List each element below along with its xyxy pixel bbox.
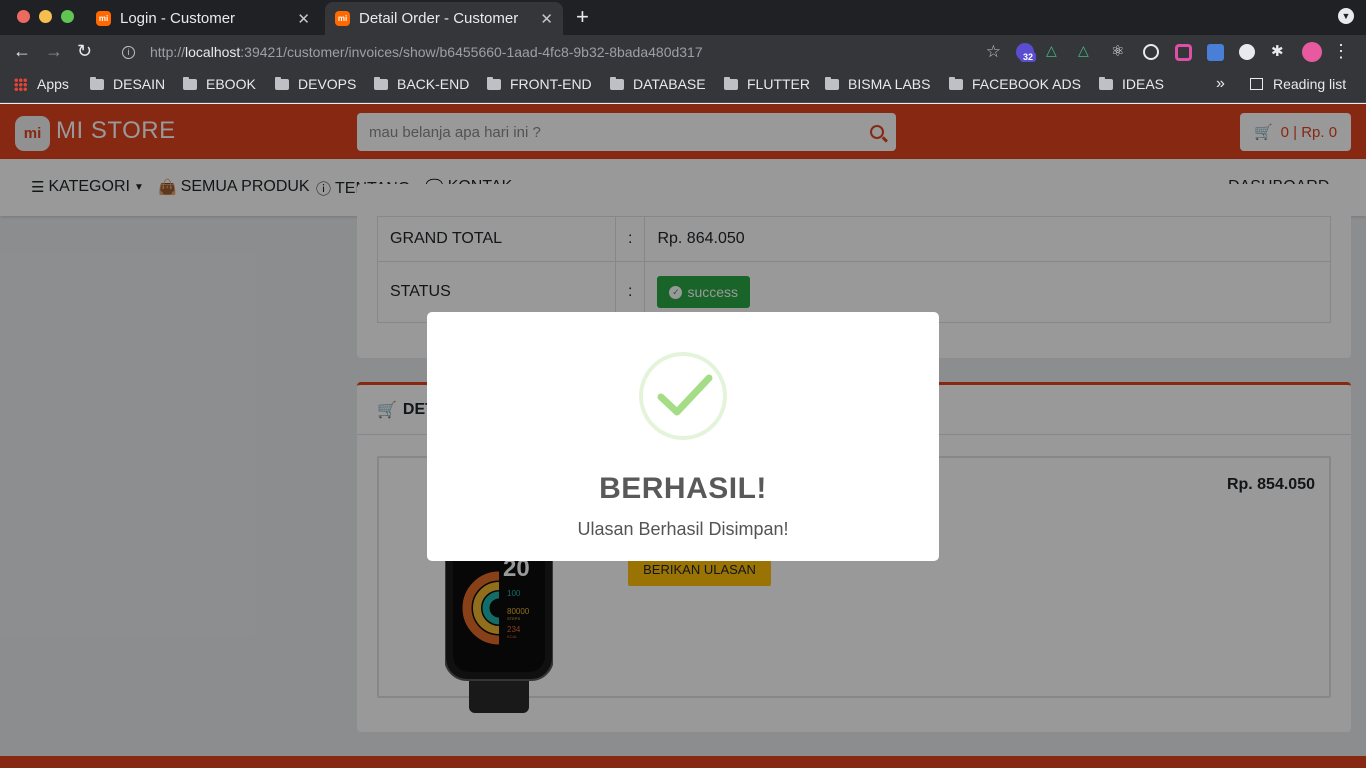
- close-window-button[interactable]: [17, 10, 30, 23]
- bookmark-front-end[interactable]: FRONT-END: [487, 76, 592, 92]
- tab-title: Detail Order - Customer: [359, 10, 519, 27]
- nuxt-devtools-icon[interactable]: △: [1078, 42, 1096, 60]
- mi-favicon-icon: mi: [335, 11, 350, 26]
- bookmark-bisma-labs[interactable]: BISMA LABS: [825, 76, 930, 92]
- reading-list-button[interactable]: Reading list: [1250, 76, 1346, 92]
- bookmark-flutter[interactable]: FLUTTER: [724, 76, 810, 92]
- browser-toolbar: ← → ↻ i http://localhost:39421/customer/…: [0, 35, 1366, 69]
- bookmark-database[interactable]: DATABASE: [610, 76, 706, 92]
- bookmark-ebook[interactable]: EBOOK: [183, 76, 256, 92]
- extension-badge: 32: [1020, 52, 1037, 62]
- tab-search-chevron-icon[interactable]: ▼: [1338, 8, 1354, 24]
- more-bookmarks-chevron-icon[interactable]: »: [1216, 75, 1225, 93]
- folder-icon: [275, 76, 289, 90]
- reading-list-icon: [1250, 78, 1263, 90]
- success-dialog: BERHASIL! Ulasan Berhasil Disimpan!: [427, 312, 939, 561]
- vue-devtools-icon[interactable]: △: [1046, 42, 1064, 60]
- tab-login-customer[interactable]: mi Login - Customer ✕: [86, 2, 320, 35]
- tab-title: Login - Customer: [120, 10, 236, 27]
- folder-icon: [724, 76, 738, 90]
- dialog-message: Ulasan Berhasil Disimpan!: [577, 519, 789, 539]
- react-devtools-icon[interactable]: ⚛: [1111, 42, 1129, 60]
- site-info-icon[interactable]: i: [122, 45, 135, 59]
- back-arrow-icon[interactable]: ←: [13, 41, 31, 61]
- browser-menu-icon[interactable]: ⋮: [1332, 41, 1350, 62]
- folder-icon: [487, 76, 501, 90]
- maximize-window-button[interactable]: [61, 10, 74, 23]
- new-tab-plus-icon[interactable]: +: [576, 6, 589, 28]
- folder-icon: [949, 76, 963, 90]
- success-check-icon: [639, 352, 727, 440]
- folder-icon: [610, 76, 624, 90]
- url-text: http://localhost:39421/customer/invoices…: [150, 44, 703, 60]
- bookmark-apps[interactable]: Apps: [14, 76, 69, 92]
- extensions-puzzle-icon[interactable]: ✱: [1271, 42, 1289, 60]
- bookmark-back-end[interactable]: BACK-END: [374, 76, 469, 92]
- bookmark-desain[interactable]: DESAIN: [90, 76, 165, 92]
- bookmark-ideas[interactable]: IDEAS: [1099, 76, 1164, 92]
- minimize-window-button[interactable]: [39, 10, 52, 23]
- mi-favicon-icon: mi: [96, 11, 111, 26]
- target-extension-icon[interactable]: [1143, 44, 1159, 60]
- bookmark-facebook-ads[interactable]: FACEBOOK ADS: [949, 76, 1081, 92]
- folder-icon: [1099, 76, 1113, 90]
- bookmarks-bar: Apps DESAIN EBOOK DEVOPS BACK-END FRONT-…: [0, 69, 1366, 103]
- folder-icon: [825, 76, 839, 90]
- close-tab-icon[interactable]: ✕: [297, 10, 310, 28]
- translate-extension-icon[interactable]: [1207, 44, 1224, 61]
- folder-icon: [183, 76, 197, 90]
- forward-arrow-icon[interactable]: →: [45, 41, 63, 61]
- dialog-title: BERHASIL!: [599, 472, 767, 505]
- color-picker-extension-icon[interactable]: [1175, 44, 1192, 61]
- folder-icon: [90, 76, 104, 90]
- bookmark-star-icon[interactable]: ☆: [986, 42, 1001, 62]
- tab-detail-order[interactable]: mi Detail Order - Customer ✕: [325, 2, 563, 35]
- reload-icon[interactable]: ↻: [77, 41, 92, 61]
- apps-grid-icon: [14, 77, 27, 91]
- dark-mode-extension-icon[interactable]: [1239, 44, 1255, 60]
- folder-icon: [374, 76, 388, 90]
- browser-tabstrip: mi Login - Customer ✕ mi Detail Order - …: [0, 0, 1366, 35]
- address-bar[interactable]: i http://localhost:39421/customer/invoic…: [112, 38, 1007, 66]
- profile-avatar[interactable]: [1302, 42, 1322, 62]
- close-tab-icon[interactable]: ✕: [540, 10, 553, 28]
- bookmark-devops[interactable]: DEVOPS: [275, 76, 356, 92]
